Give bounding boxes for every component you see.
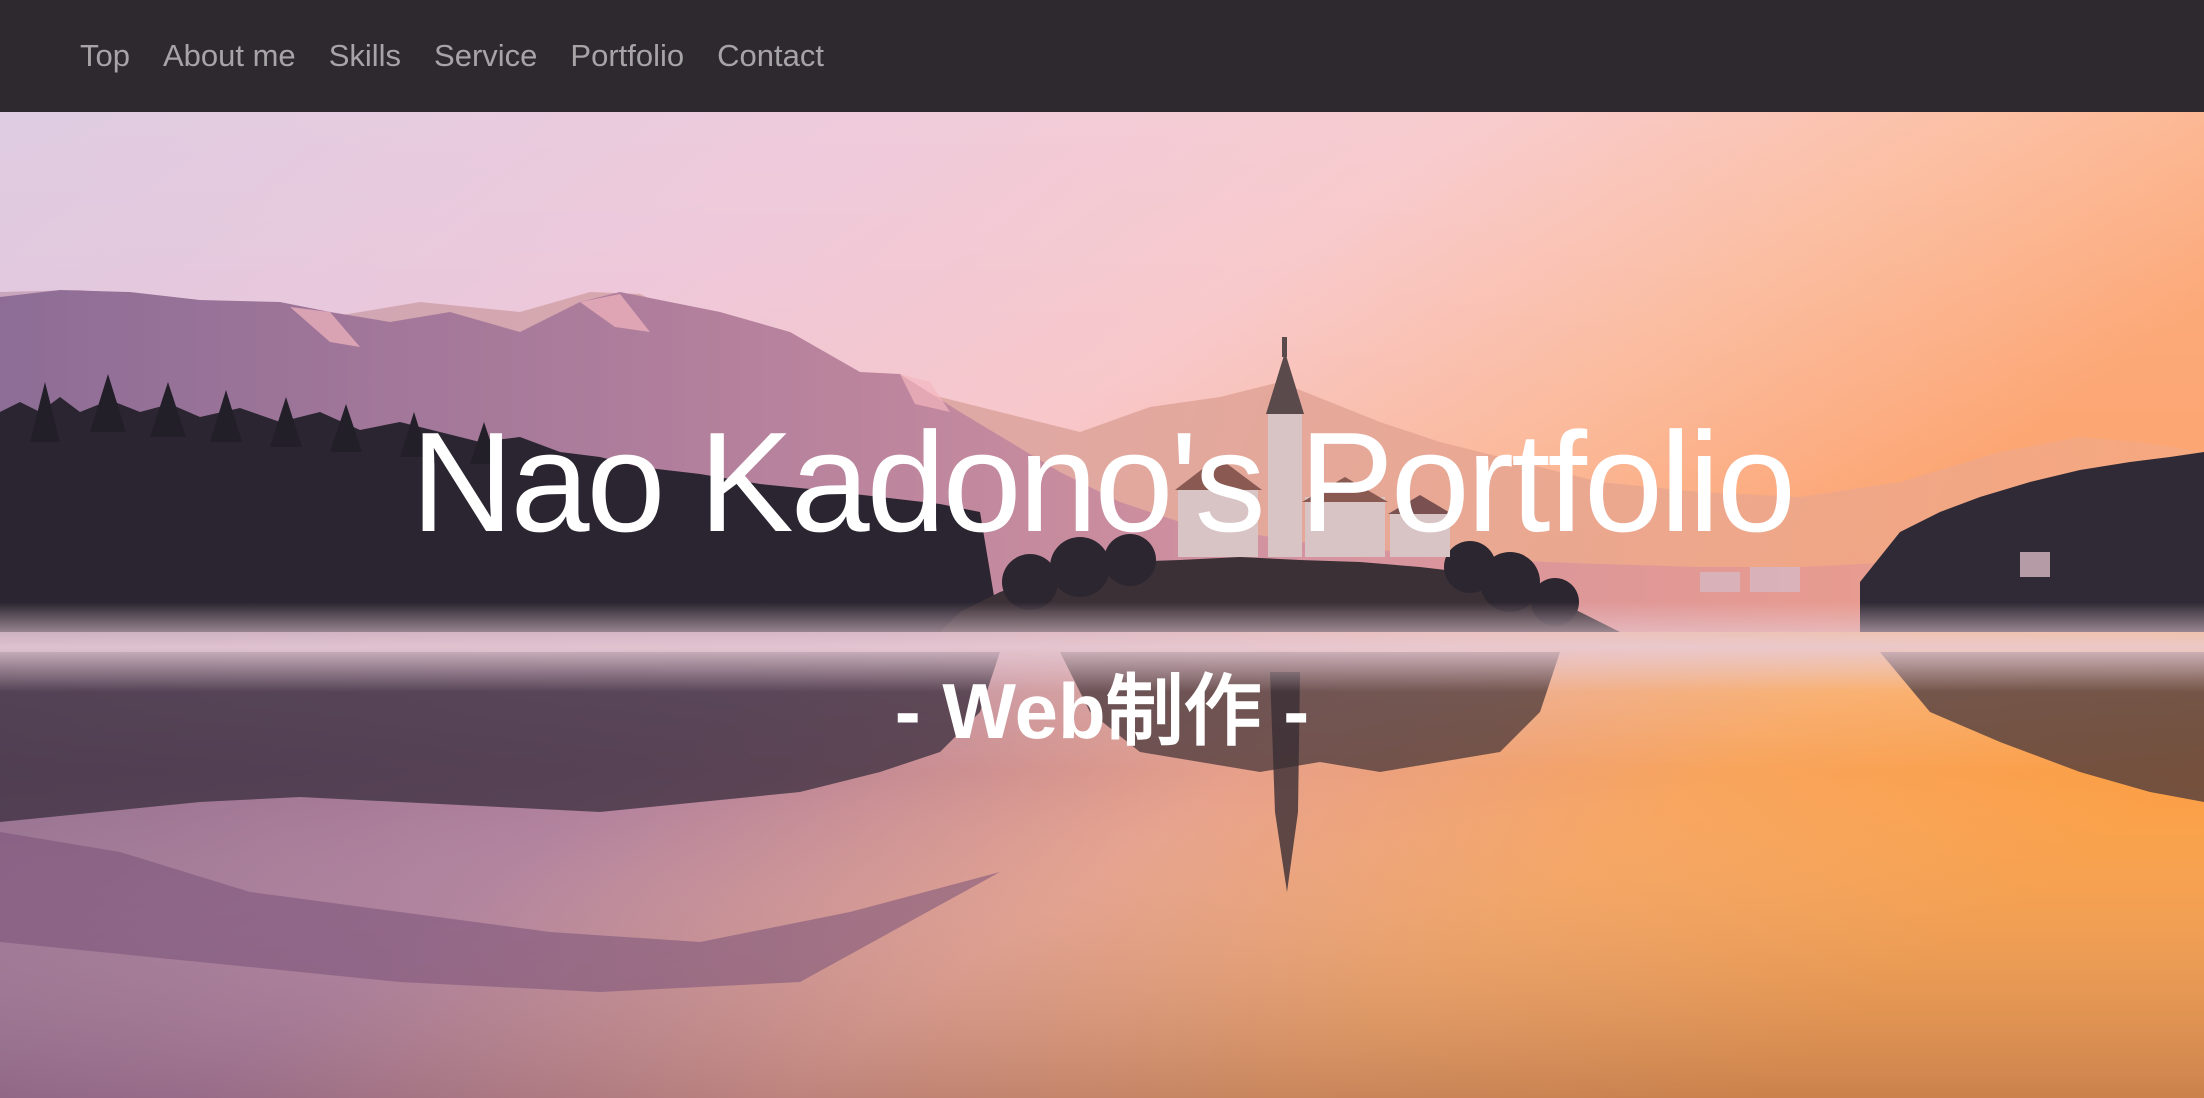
page: Top About me Skills Service Portfolio Co…	[0, 0, 2204, 1098]
nav-item-portfolio[interactable]: Portfolio	[570, 38, 684, 74]
hero-subtitle: - Web制作 -	[894, 667, 1310, 755]
hero-section: Nao Kadono's Portfolio - Web制作 -	[0, 112, 2204, 1098]
nav-item-contact[interactable]: Contact	[717, 38, 824, 74]
nav-item-top[interactable]: Top	[80, 38, 130, 74]
nav-list: Top About me Skills Service Portfolio Co…	[80, 0, 857, 112]
top-navbar: Top About me Skills Service Portfolio Co…	[0, 0, 2204, 112]
hero-background-image	[0, 112, 2204, 1098]
nav-item-service[interactable]: Service	[434, 38, 537, 74]
nav-item-skills[interactable]: Skills	[329, 38, 401, 74]
nav-item-about-me[interactable]: About me	[163, 38, 296, 74]
hero-title: Nao Kadono's Portfolio	[410, 403, 1796, 562]
